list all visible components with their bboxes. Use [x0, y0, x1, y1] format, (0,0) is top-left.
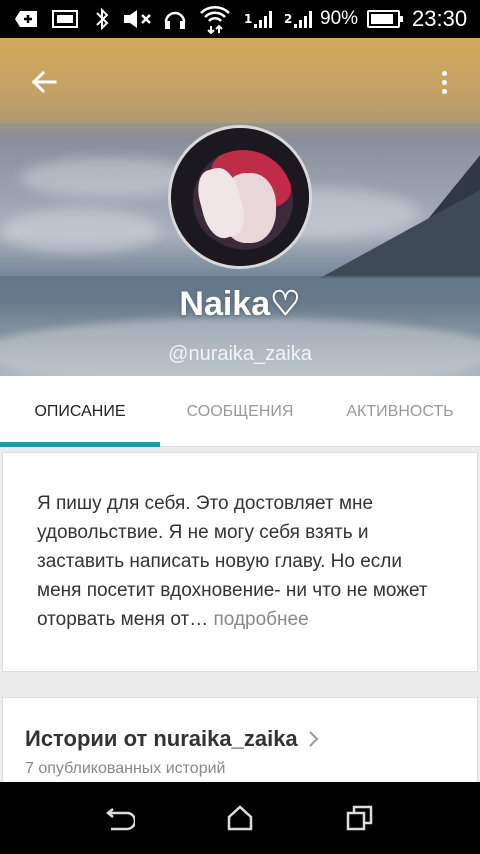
nav-back-button[interactable]: [100, 802, 140, 834]
chevron-right-icon: [308, 731, 319, 747]
profile-handle: @nuraika_zaika: [168, 343, 312, 365]
headset-icon: [162, 0, 188, 38]
clock: 23:30: [412, 6, 468, 31]
dot: [441, 79, 447, 85]
tab-activity[interactable]: АКТИВНОСТЬ: [320, 376, 480, 447]
more-vertical-icon: [441, 70, 447, 76]
stories-title: Истории от nuraika_zaika: [25, 726, 298, 751]
nav-recents-button[interactable]: [340, 802, 380, 834]
status-bar: 1 2 90% 23:30: [0, 0, 480, 38]
description-text: Я пишу для себя. Это достовляет мне удов…: [37, 489, 447, 634]
more-options-button[interactable]: [428, 62, 460, 102]
wifi-icon: [198, 0, 232, 38]
tab-description[interactable]: ОПИСАНИЕ: [0, 376, 160, 447]
signal-1-icon: [252, 0, 276, 38]
stories-title-row[interactable]: Истории от nuraika_zaika: [25, 726, 320, 752]
stories-count: 7 опубликованных историй: [25, 760, 226, 777]
profile-tabs: ОПИСАНИЕ СООБЩЕНИЯ АКТИВНОСТЬ: [0, 376, 480, 447]
nav-back-icon: [105, 808, 135, 831]
avatar[interactable]: [168, 125, 312, 269]
profile-name: Naika♡: [179, 285, 301, 323]
arrow-left-icon: [31, 70, 57, 94]
navigation-bar: [0, 782, 480, 854]
home-icon: [227, 805, 253, 831]
sd-card-icon: [50, 0, 80, 38]
read-more-link[interactable]: подробнее: [208, 609, 309, 630]
mute-icon: [120, 0, 156, 38]
cloud: [0, 208, 160, 253]
profile-header: Naika♡ @nuraika_zaika: [0, 38, 480, 376]
avatar-hood: [171, 128, 309, 266]
dot: [441, 88, 447, 94]
signal-2-icon: [292, 0, 316, 38]
battery-percent: 90%: [320, 8, 359, 29]
usb-debug-icon: [12, 0, 40, 38]
tab-messages[interactable]: СООБЩЕНИЯ: [160, 376, 320, 447]
battery-icon: [367, 10, 403, 28]
header-sky: [0, 38, 480, 123]
island-shape: [320, 168, 480, 278]
bluetooth-icon: [92, 0, 112, 38]
recents-icon: [346, 805, 373, 831]
back-button[interactable]: [24, 62, 64, 102]
description-card: Я пишу для себя. Это достовляет мне удов…: [2, 452, 478, 672]
nav-home-button[interactable]: [220, 802, 260, 834]
